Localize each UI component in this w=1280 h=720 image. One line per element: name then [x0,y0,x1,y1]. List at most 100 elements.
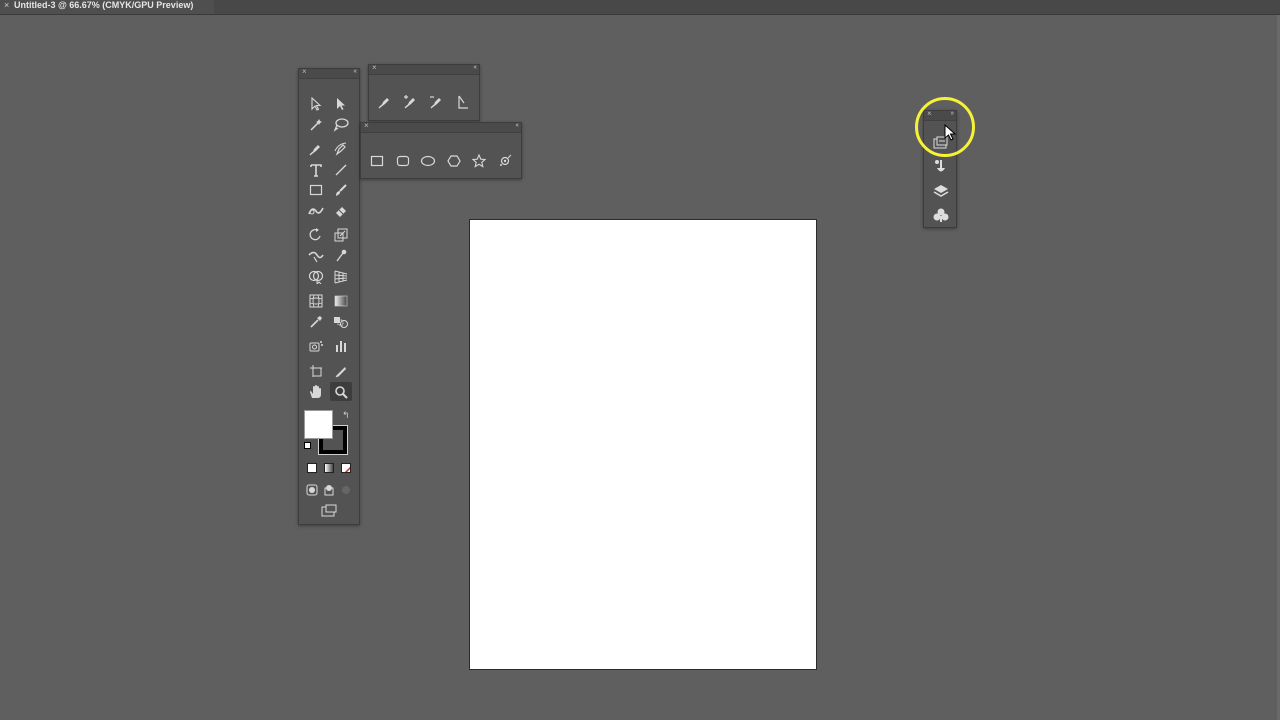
scale-tool[interactable] [330,225,352,244]
paintbrush-icon [336,183,347,196]
ellipse-icon [421,155,436,166]
selection-tool[interactable] [305,94,327,113]
eraser-tool[interactable] [330,201,352,220]
color-mode-button[interactable] [307,463,317,473]
collapse-flyout-icon[interactable]: ‹‹ [515,121,519,131]
type-icon [310,163,322,177]
draw-normal-icon[interactable] [306,483,318,496]
none-slash-icon [344,466,350,472]
mesh-icon [309,294,323,307]
anchor-point-tool[interactable] [452,92,474,111]
fill-swatch[interactable] [304,410,333,439]
slice-tool[interactable] [330,361,352,380]
flare-icon [500,154,512,166]
anchor-point-icon [458,95,468,109]
gradient-mode-button[interactable] [324,463,334,473]
zoom-tool[interactable] [330,382,352,401]
polygon-tool[interactable] [443,151,465,170]
flyout-header[interactable]: × ‹‹ [369,63,479,75]
rounded-rectangle-icon [396,155,409,166]
delete-anchor-point-tool[interactable] [426,92,448,111]
star-icon [472,153,487,168]
rectangle-tool[interactable] [366,151,388,170]
tools-panel-header[interactable]: × ‹‹ [299,67,359,79]
close-panel-icon[interactable]: × [302,67,307,77]
gradient-tool[interactable] [330,291,352,310]
document-tab-title: Untitled-3 @ 66.67% (CMYK/GPU Preview) [14,0,194,10]
pen-tool[interactable] [374,92,396,111]
scale-icon [334,228,348,241]
shaper-tool[interactable] [305,201,327,220]
close-tab-icon[interactable]: × [4,0,14,11]
shape-builder-tool[interactable] [305,267,327,286]
tools-panel: × ‹‹ ↰ [298,67,360,525]
width-tool[interactable] [305,246,327,265]
selection-icon [311,96,322,111]
eraser-icon [336,206,346,217]
line-segment-icon [335,164,347,175]
pen-tool[interactable] [305,139,327,158]
flare-tool[interactable] [494,151,516,170]
symbols-icon[interactable] [930,205,952,224]
eyedropper-tool[interactable] [305,312,327,331]
blend-icon [334,316,348,328]
polygon-icon [447,154,461,167]
screen-mode-icon[interactable] [318,504,340,518]
hand-tool[interactable] [305,382,327,401]
curvature-icon [334,142,347,156]
close-flyout-icon[interactable]: × [364,121,369,131]
perspective-grid-tool[interactable] [330,267,352,286]
type-tool[interactable] [305,160,327,179]
mesh-tool[interactable] [305,291,327,310]
pen-icon [309,144,320,155]
column-graph-icon [336,340,346,352]
document-tab[interactable]: × Untitled-3 @ 66.67% (CMYK/GPU Preview) [0,0,214,14]
magic-wand-tool[interactable] [305,115,327,134]
mouse-pointer-icon [944,123,957,147]
paintbrush-tool[interactable] [330,180,352,199]
shape-builder-icon [308,270,324,284]
line-segment-tool[interactable] [330,160,352,179]
brushes-icon[interactable] [930,157,952,176]
direct-selection-tool[interactable] [330,94,352,113]
collapse-flyout-icon[interactable]: ‹‹ [473,63,477,73]
ellipse-tool[interactable] [417,151,439,170]
rotate-tool[interactable] [305,225,327,244]
artboard-tool[interactable] [305,361,327,380]
blend-tool[interactable] [330,312,352,331]
puppet-warp-tool[interactable] [330,246,352,265]
flyout-header[interactable]: × ‹‹ [361,121,521,133]
lasso-tool[interactable] [330,115,352,134]
lasso-icon [333,117,349,132]
close-flyout-icon[interactable]: × [372,63,377,73]
collapse-panel-icon[interactable]: ‹‹ [353,67,357,77]
document-tab-bar: × Untitled-3 @ 66.67% (CMYK/GPU Preview) [0,0,1280,15]
draw-behind-icon[interactable] [323,483,335,496]
shaper-icon [308,207,324,214]
curvature-tool[interactable] [330,139,352,158]
zoom-icon [335,385,348,399]
shape-tools-flyout: × ‹‹ [360,121,522,179]
slice-icon [335,366,346,377]
star-tool[interactable] [468,151,490,170]
pen-icon [378,97,389,108]
rounded-rectangle-tool[interactable] [392,151,414,170]
magic-wand-icon [310,118,322,131]
swap-fill-stroke-icon[interactable]: ↰ [342,410,350,421]
add-anchor-point-tool[interactable] [400,92,422,111]
draw-inside-icon[interactable] [340,483,352,495]
puppet-warp-icon [336,249,347,261]
default-fill-stroke-icon[interactable] [304,442,312,450]
column-graph-tool[interactable] [330,336,352,355]
gradient-icon [334,295,348,306]
add-anchor-point-icon [404,94,415,108]
symbol-sprayer-tool[interactable] [305,336,327,355]
none-mode-button[interactable] [341,463,351,473]
layers-icon[interactable] [930,181,952,200]
artboard[interactable] [469,219,817,670]
eyedropper-icon [310,315,322,328]
perspective-grid-icon [334,270,348,283]
rectangle-icon [370,155,384,166]
rectangle-tool[interactable] [305,180,327,199]
artboard-icon [310,364,322,377]
